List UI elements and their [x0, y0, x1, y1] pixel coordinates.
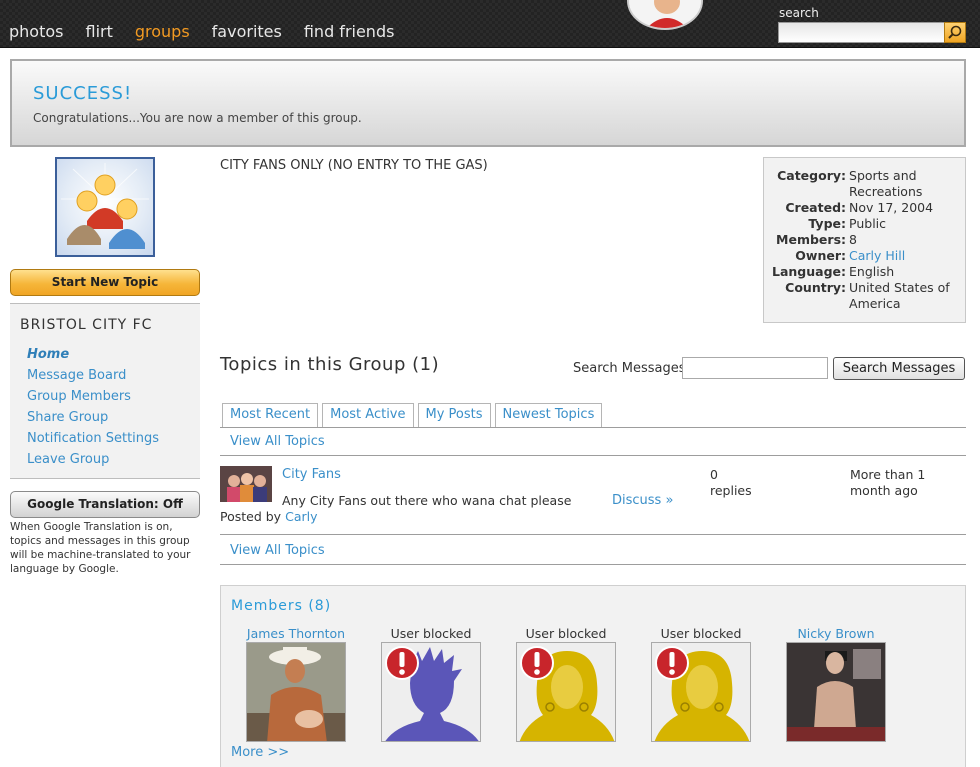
- member-card: User blocked: [506, 626, 626, 742]
- group-info-table: Category: Sports and Recreations Created:…: [772, 168, 959, 312]
- member-name: User blocked: [525, 626, 607, 641]
- info-key: Members:: [776, 232, 847, 247]
- sidebar-item-group-members[interactable]: Group Members: [27, 386, 159, 407]
- search-button[interactable]: [944, 22, 966, 43]
- search-messages-input[interactable]: [682, 357, 828, 379]
- top-navigation-bar: photos flirt groups favorites find frien…: [0, 0, 980, 48]
- posted-by-label: Posted by: [220, 509, 282, 524]
- sidebar-item-leave-group[interactable]: Leave Group: [27, 449, 159, 470]
- nav-photos[interactable]: photos: [9, 22, 63, 41]
- divider: [220, 455, 966, 456]
- search-messages-button[interactable]: Search Messages: [833, 357, 965, 380]
- group-sidebar-nav: BRISTOL CITY FC Home Message Board Group…: [10, 303, 200, 479]
- user-avatar-image: [629, 0, 701, 28]
- main-nav: photos flirt groups favorites find frien…: [9, 22, 416, 41]
- translation-note: When Google Translation is on, topics an…: [10, 521, 191, 575]
- view-all-topics-link-bottom[interactable]: View All Topics: [230, 543, 325, 558]
- member-name: User blocked: [390, 626, 472, 641]
- magnifier-icon: [948, 25, 962, 39]
- topic-replies: 0 replies: [710, 467, 770, 499]
- member-card: James Thornton: [236, 626, 356, 742]
- member-photo-image: [247, 643, 345, 741]
- group-name: BRISTOL CITY FC: [20, 317, 153, 333]
- member-name: User blocked: [660, 626, 742, 641]
- member-photo-blocked[interactable]: [651, 642, 751, 742]
- info-value: Nov 17, 2004: [849, 200, 934, 215]
- start-new-topic-button[interactable]: Start New Topic: [10, 269, 200, 296]
- discuss-link[interactable]: Discuss »: [612, 493, 673, 508]
- tab-most-active[interactable]: Most Active: [322, 403, 414, 427]
- nav-flirt[interactable]: flirt: [85, 22, 112, 41]
- member-photo[interactable]: [786, 642, 886, 742]
- member-card: Nicky Brown: [776, 626, 896, 742]
- group-description: CITY FANS ONLY (NO ENTRY TO THE GAS): [220, 158, 488, 173]
- info-key: Country:: [785, 280, 847, 295]
- member-photo-image: [787, 643, 885, 741]
- topic-posted-by: Posted by Carly: [220, 509, 318, 524]
- topic-excerpt: Any City Fans out there who wana chat pl…: [282, 493, 572, 508]
- blocked-warning-icon: [520, 646, 554, 680]
- blocked-warning-icon: [385, 646, 419, 680]
- success-message: Congratulations...You are now a member o…: [33, 111, 362, 125]
- tab-my-posts[interactable]: My Posts: [417, 403, 491, 427]
- success-title: SUCCESS!: [33, 83, 133, 104]
- info-key: Owner:: [795, 248, 847, 263]
- search-label: search: [779, 6, 819, 20]
- tab-newest-topics[interactable]: Newest Topics: [494, 403, 603, 427]
- topic-age: More than 1 month ago: [850, 467, 926, 498]
- view-all-topics-link-top[interactable]: View All Topics: [230, 434, 325, 449]
- tab-most-recent[interactable]: Most Recent: [222, 403, 319, 427]
- info-value: United States of America: [849, 280, 950, 311]
- replies-label: replies: [710, 483, 752, 498]
- user-avatar[interactable]: [627, 0, 703, 30]
- member-photo-blocked[interactable]: [516, 642, 616, 742]
- member-photo[interactable]: [246, 642, 346, 742]
- info-value: Public: [849, 216, 887, 231]
- topic-title-link[interactable]: City Fans: [282, 467, 341, 482]
- sidebar-item-message-board[interactable]: Message Board: [27, 365, 159, 386]
- nav-groups[interactable]: groups: [135, 22, 190, 41]
- divider: [220, 427, 966, 428]
- success-banner: SUCCESS! Congratulations...You are now a…: [10, 59, 966, 147]
- group-info-box: Category: Sports and Recreations Created:…: [763, 157, 966, 323]
- info-key: Language:: [772, 264, 847, 279]
- divider: [220, 534, 966, 535]
- search-input[interactable]: [778, 22, 946, 43]
- members-panel: Members (8) James Thornton User blocked: [220, 585, 966, 767]
- google-translation-toggle[interactable]: Google Translation: Off: [10, 491, 200, 518]
- info-value: 8: [849, 232, 857, 247]
- nav-find-friends[interactable]: find friends: [304, 22, 395, 41]
- info-value: English: [849, 264, 895, 279]
- info-key: Type:: [808, 216, 847, 231]
- search-messages-label: Search Messages: [573, 361, 686, 376]
- more-members-link[interactable]: More >>: [231, 745, 289, 760]
- member-name-link[interactable]: James Thornton: [236, 626, 356, 642]
- info-key: Created:: [785, 200, 847, 215]
- topic-tabs: Most Recent Most Active My Posts Newest …: [222, 403, 606, 427]
- info-key: Category:: [777, 168, 847, 183]
- sidebar-item-notification-settings[interactable]: Notification Settings: [27, 428, 159, 449]
- nav-favorites[interactable]: favorites: [212, 22, 282, 41]
- topic-author-link[interactable]: Carly: [285, 509, 317, 524]
- owner-link[interactable]: Carly Hill: [849, 248, 905, 263]
- topics-heading: Topics in this Group (1): [220, 354, 440, 375]
- divider: [220, 564, 966, 565]
- info-value: Sports and Recreations: [849, 168, 923, 199]
- sidebar-item-share-group[interactable]: Share Group: [27, 407, 159, 428]
- sidebar-item-home[interactable]: Home: [27, 344, 159, 365]
- group-nav-list: Home Message Board Group Members Share G…: [27, 344, 159, 470]
- topic-thumbnail[interactable]: [220, 466, 272, 502]
- member-photo-blocked[interactable]: [381, 642, 481, 742]
- group-icon: [55, 157, 155, 257]
- members-heading: Members (8): [231, 598, 332, 614]
- member-name-link[interactable]: Nicky Brown: [776, 626, 896, 642]
- replies-count: 0: [710, 467, 718, 482]
- group-people-icon: [61, 163, 149, 249]
- topic-photo-image: [220, 466, 272, 502]
- member-card: User blocked: [371, 626, 491, 742]
- blocked-warning-icon: [655, 646, 689, 680]
- member-card: User blocked: [641, 626, 761, 742]
